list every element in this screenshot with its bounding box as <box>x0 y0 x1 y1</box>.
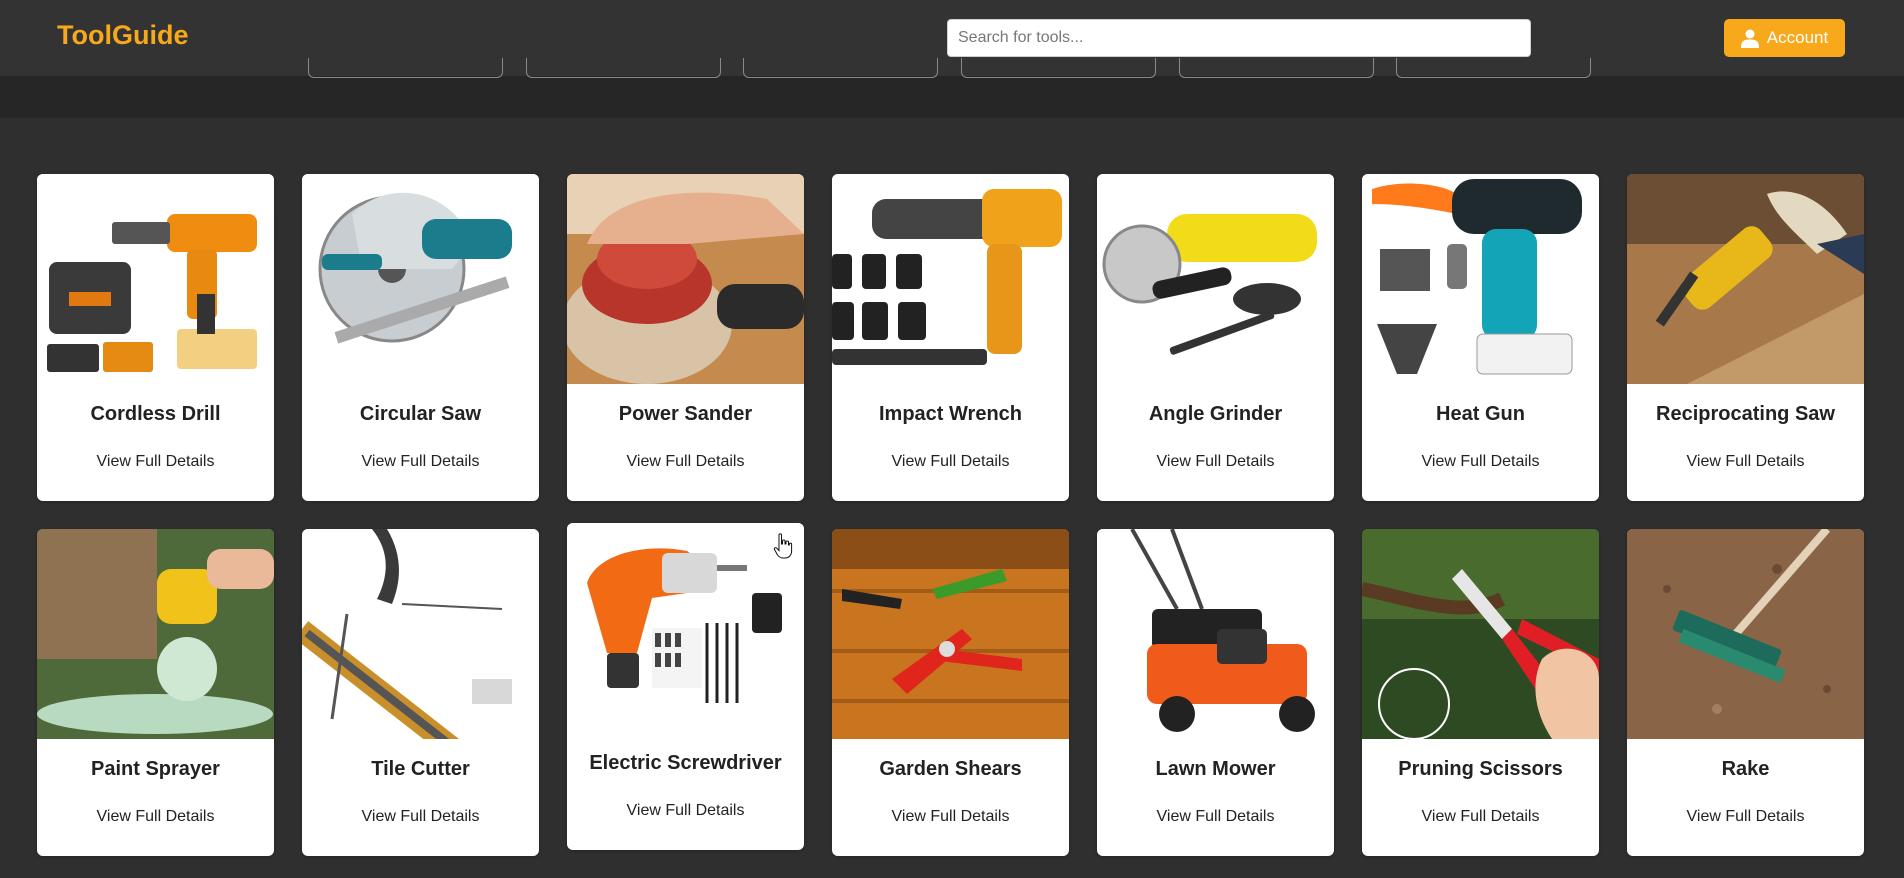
tool-image <box>302 174 539 384</box>
view-details-link[interactable]: View Full Details <box>37 453 274 471</box>
tool-image <box>832 529 1069 739</box>
category-pill[interactable] <box>308 58 503 78</box>
tool-card[interactable]: Rake View Full Details <box>1627 529 1864 856</box>
account-button[interactable]: Account <box>1724 19 1845 57</box>
tool-title: Reciprocating Saw <box>1656 403 1835 425</box>
tool-title: Circular Saw <box>359 403 482 425</box>
top-navbar: ToolGuide Account <box>0 0 1904 76</box>
tool-image <box>567 174 804 384</box>
tool-image <box>1362 174 1599 384</box>
tool-image <box>567 523 804 733</box>
tool-card[interactable]: Lawn Mower View Full Details <box>1097 529 1334 856</box>
tool-title: Impact Wrench <box>879 403 1022 425</box>
view-details-link[interactable]: View Full Details <box>567 453 804 471</box>
tool-card[interactable]: Paint Sprayer View Full Details <box>37 529 274 856</box>
tool-title: Rake <box>1721 758 1770 780</box>
tool-image <box>832 174 1069 384</box>
view-details-link[interactable]: View Full Details <box>567 802 804 820</box>
account-label: Account <box>1766 28 1829 47</box>
tool-card[interactable]: Garden Shears View Full Details <box>832 529 1069 856</box>
brand-logo[interactable]: ToolGuide <box>57 20 188 51</box>
tool-title: Heat Gun <box>1436 403 1525 425</box>
view-details-link[interactable]: View Full Details <box>302 453 539 471</box>
view-details-link[interactable]: View Full Details <box>1097 808 1334 826</box>
tool-image <box>37 174 274 384</box>
tool-image <box>1627 529 1864 739</box>
tool-card[interactable]: Circular Saw View Full Details <box>302 174 539 501</box>
tool-title: Paint Sprayer <box>91 758 220 780</box>
view-details-link[interactable]: View Full Details <box>832 808 1069 826</box>
category-pill[interactable] <box>961 58 1156 78</box>
tool-title: Lawn Mower <box>1155 758 1276 780</box>
tool-image <box>1627 174 1864 384</box>
tool-card[interactable]: Impact Wrench View Full Details <box>832 174 1069 501</box>
tool-card[interactable]: Cordless Drill View Full Details <box>37 174 274 501</box>
search-input[interactable] <box>947 19 1531 57</box>
tool-image <box>1362 529 1599 739</box>
view-details-link[interactable]: View Full Details <box>302 808 539 826</box>
tool-image <box>1097 174 1334 384</box>
tool-title: Pruning Scissors <box>1398 758 1563 780</box>
view-details-link[interactable]: View Full Details <box>1362 808 1599 826</box>
category-pill[interactable] <box>1396 58 1591 78</box>
tool-image <box>1097 529 1334 739</box>
tool-card[interactable]: Tile Cutter View Full Details <box>302 529 539 856</box>
tool-title: Power Sander <box>618 403 753 425</box>
category-pill[interactable] <box>1179 58 1374 78</box>
tool-card[interactable]: Heat Gun View Full Details <box>1362 174 1599 501</box>
category-pill[interactable] <box>526 58 721 78</box>
view-details-link[interactable]: View Full Details <box>1097 453 1334 471</box>
view-details-link[interactable]: View Full Details <box>1362 453 1599 471</box>
tool-image <box>302 529 539 739</box>
category-strip <box>0 58 1904 118</box>
tool-title: Cordless Drill <box>90 403 221 425</box>
tool-title: Electric Screwdriver <box>589 752 782 774</box>
hand-pointer-cursor-icon <box>773 533 793 559</box>
tool-card[interactable]: Angle Grinder View Full Details <box>1097 174 1334 501</box>
tool-title: Angle Grinder <box>1148 403 1283 425</box>
tool-card[interactable]: Power Sander View Full Details <box>567 174 804 501</box>
tool-card[interactable]: Pruning Scissors View Full Details <box>1362 529 1599 856</box>
view-details-link[interactable]: View Full Details <box>1627 453 1864 471</box>
tool-image <box>37 529 274 739</box>
tool-title: Tile Cutter <box>371 758 470 780</box>
tool-title: Garden Shears <box>879 758 1022 780</box>
tool-card[interactable]: Electric Screwdriver View Full Details <box>567 523 804 850</box>
view-details-link[interactable]: View Full Details <box>832 453 1069 471</box>
view-details-link[interactable]: View Full Details <box>37 808 274 826</box>
category-pill[interactable] <box>743 58 938 78</box>
user-icon <box>1740 29 1759 48</box>
tool-card[interactable]: Reciprocating Saw View Full Details <box>1627 174 1864 501</box>
view-details-link[interactable]: View Full Details <box>1627 808 1864 826</box>
